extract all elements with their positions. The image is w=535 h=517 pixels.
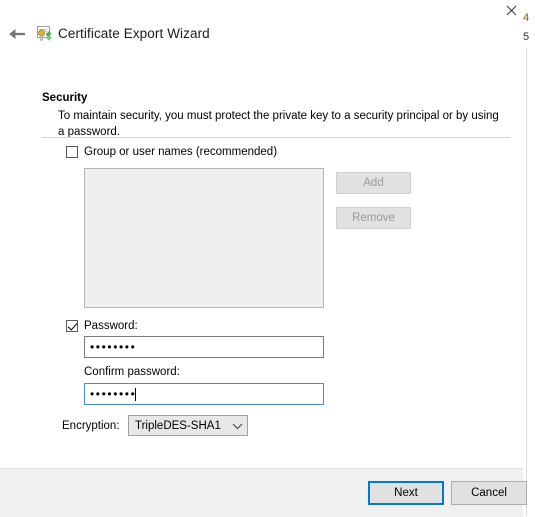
- cancel-button[interactable]: Cancel: [451, 481, 527, 505]
- next-button[interactable]: Next: [368, 481, 444, 505]
- cancel-button-label: Cancel: [471, 487, 507, 499]
- text-caret: [135, 387, 137, 401]
- wizard-content-panel: Security To maintain security, you must …: [0, 68, 523, 468]
- group-or-user-names-checkbox[interactable]: Group or user names (recommended): [66, 146, 277, 158]
- remove-button-label: Remove: [352, 212, 395, 224]
- password-checkbox[interactable]: Password:: [66, 320, 138, 332]
- group-or-user-names-label: Group or user names (recommended): [84, 146, 278, 158]
- encryption-label: Encryption:: [62, 420, 120, 432]
- checkbox-box: [66, 320, 78, 332]
- encryption-dropdown[interactable]: TripleDES-SHA1: [128, 415, 248, 436]
- password-input[interactable]: ••••••••: [84, 336, 324, 358]
- certificate-wizard-icon: [36, 25, 53, 42]
- group-or-user-names-listbox[interactable]: [84, 168, 324, 308]
- password-input-value: ••••••••: [90, 340, 137, 354]
- close-button[interactable]: [500, 0, 523, 20]
- back-button[interactable]: [4, 22, 30, 46]
- window-titlebar: Certificate Export Wizard: [0, 0, 523, 68]
- add-button[interactable]: Add: [336, 172, 411, 194]
- confirm-password-input-value: ••••••••: [90, 387, 137, 401]
- chevron-down-icon: [227, 422, 247, 430]
- next-button-label: Next: [394, 487, 418, 499]
- close-icon: [506, 5, 517, 16]
- background-glyph-bottom: 5: [523, 31, 530, 43]
- section-heading: Security: [42, 92, 88, 104]
- background-glyph-top: 4: [523, 12, 530, 24]
- confirm-password-input[interactable]: ••••••••: [84, 383, 324, 405]
- add-button-label: Add: [363, 177, 384, 189]
- section-description: To maintain security, you must protect t…: [58, 110, 499, 138]
- remove-button[interactable]: Remove: [336, 207, 411, 229]
- password-label: Password:: [84, 320, 138, 332]
- checkbox-box: [66, 146, 78, 158]
- back-arrow-icon: [7, 26, 27, 42]
- dialog-footer: Next Cancel: [0, 468, 527, 517]
- encryption-selected-value: TripleDES-SHA1: [135, 419, 221, 432]
- confirm-password-label: Confirm password:: [84, 366, 180, 378]
- background-window-bleed: 4 5: [523, 0, 535, 516]
- background-window-edge: [526, 47, 535, 516]
- page-title: Certificate Export Wizard: [58, 26, 210, 41]
- section-divider: [42, 137, 510, 138]
